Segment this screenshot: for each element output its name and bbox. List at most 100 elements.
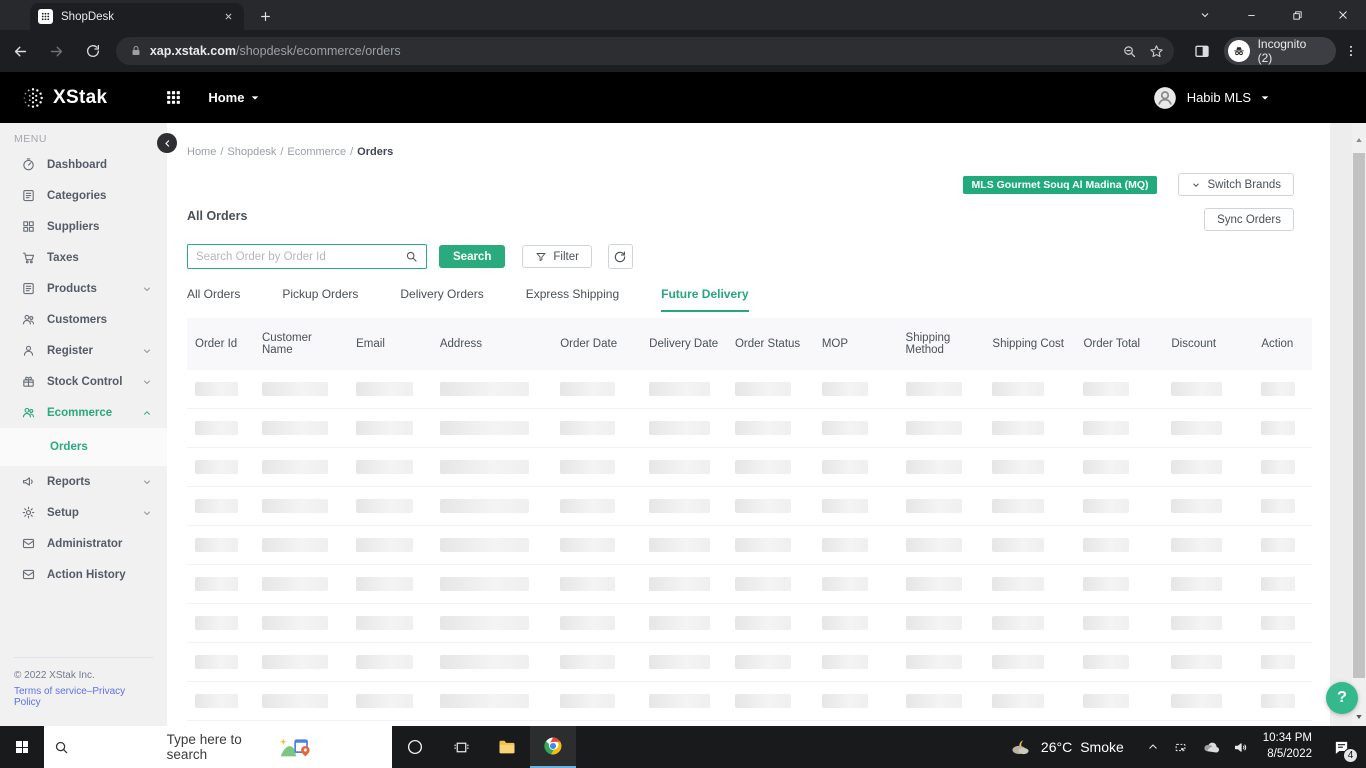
- breadcrumb-item[interactable]: Shopdesk: [227, 146, 276, 158]
- address-bar[interactable]: xap.xstak.com/shopdesk/ecommerce/orders: [115, 37, 1174, 65]
- browser-menu-icon[interactable]: [1344, 44, 1358, 58]
- terms-link[interactable]: Terms of service: [14, 686, 87, 697]
- zoom-icon[interactable]: [1122, 44, 1137, 59]
- sidebar: MENU Dashboard Categories Suppliers Taxes Pr…: [0, 123, 167, 726]
- lock-icon[interactable]: [130, 45, 142, 57]
- products-icon: [21, 281, 36, 296]
- new-tab-button[interactable]: [252, 3, 278, 29]
- sidebar-menu: Dashboard Categories Suppliers Taxes Product…: [0, 149, 167, 590]
- sync-orders-button[interactable]: Sync Orders: [1204, 208, 1294, 231]
- reload-icon[interactable]: [78, 36, 108, 66]
- sidebar-item-dashboard[interactable]: Dashboard: [0, 149, 167, 180]
- breadcrumb[interactable]: Home / Shopdesk / Ecommerce / Orders: [187, 146, 397, 158]
- switch-brands-button[interactable]: Switch Brands: [1178, 173, 1294, 196]
- filter-button[interactable]: Filter: [522, 245, 592, 268]
- incognito-icon: [1227, 40, 1250, 62]
- sidebar-item-administrator[interactable]: Administrator: [0, 528, 167, 559]
- sidebar-item-stock-control[interactable]: Stock Control: [0, 366, 167, 397]
- tab-all-orders[interactable]: All Orders: [187, 281, 240, 312]
- window-minimize-icon[interactable]: [1228, 0, 1274, 30]
- skeleton-placeholder: [649, 655, 711, 669]
- breadcrumb-item[interactable]: Home: [187, 146, 216, 158]
- window-close-icon[interactable]: [1320, 0, 1366, 30]
- tab-future-delivery[interactable]: Future Delivery: [661, 281, 749, 312]
- browser-tab[interactable]: ShopDesk: [30, 3, 244, 30]
- file-explorer-button[interactable]: [484, 726, 530, 768]
- skeleton-placeholder: [195, 577, 238, 591]
- skeleton-placeholder: [992, 499, 1045, 513]
- skeleton-placeholder: [734, 421, 791, 435]
- weather-widget[interactable]: 26°C Smoke: [1011, 738, 1124, 756]
- skeleton-placeholder: [439, 616, 529, 630]
- side-panel-icon[interactable]: [1194, 43, 1210, 59]
- search-highlights-icon[interactable]: [279, 734, 382, 760]
- app-header: XStak Home Habib MLS: [0, 72, 1366, 123]
- search-button[interactable]: Search: [439, 245, 506, 268]
- sidebar-item-products[interactable]: Products: [0, 273, 167, 304]
- sidebar-item-setup[interactable]: Setup: [0, 497, 167, 528]
- sidebar-item-customers[interactable]: Customers: [0, 304, 167, 335]
- notification-center-button[interactable]: 4: [1322, 726, 1360, 768]
- sidebar-collapse-button[interactable]: [157, 133, 177, 153]
- tab-close-icon[interactable]: [220, 9, 236, 25]
- skeleton-placeholder: [821, 655, 868, 669]
- skeleton-placeholder: [1171, 694, 1223, 708]
- sidebar-item-label: Taxes: [47, 251, 79, 264]
- sidebar-item-reports[interactable]: Reports: [0, 466, 167, 497]
- sidebar-item-suppliers[interactable]: Suppliers: [0, 211, 167, 242]
- tray-expand-icon[interactable]: [1147, 741, 1159, 753]
- skeleton-placeholder: [439, 655, 529, 669]
- tab-pickup-orders[interactable]: Pickup Orders: [282, 281, 358, 312]
- table-row: [187, 643, 1312, 682]
- volume-icon[interactable]: [1233, 740, 1248, 755]
- sidebar-item-taxes[interactable]: Taxes: [0, 242, 167, 273]
- skeleton-placeholder: [821, 694, 868, 708]
- start-button[interactable]: [0, 726, 44, 768]
- apps-grid-icon[interactable]: [165, 89, 182, 106]
- reports-icon: [21, 474, 36, 489]
- skeleton-placeholder: [195, 499, 238, 513]
- sidebar-subitem-orders[interactable]: Orders: [0, 432, 167, 462]
- back-icon[interactable]: [6, 36, 36, 66]
- cast-icon[interactable]: [1173, 740, 1188, 755]
- tab-title: ShopDesk: [61, 10, 115, 23]
- tab-express-shipping[interactable]: Express Shipping: [526, 281, 619, 312]
- skeleton-placeholder: [905, 577, 962, 591]
- sidebar-item-action-history[interactable]: Action History: [0, 559, 167, 590]
- scrollbar-up-arrow[interactable]: [1352, 133, 1366, 147]
- table-row: [187, 682, 1312, 721]
- scrollbar-down-arrow[interactable]: [1352, 710, 1366, 724]
- order-search-input[interactable]: [196, 250, 405, 263]
- search-icon[interactable]: [405, 250, 418, 263]
- onedrive-icon[interactable]: [1202, 741, 1219, 753]
- avatar-icon: [1152, 85, 1178, 111]
- taskbar-search-box[interactable]: Type here to search: [44, 726, 392, 768]
- xstak-logo-icon: [20, 85, 46, 111]
- user-menu[interactable]: Habib MLS: [1152, 85, 1270, 111]
- sidebar-item-register[interactable]: Register: [0, 335, 167, 366]
- window-restore-icon[interactable]: [1274, 0, 1320, 30]
- xstak-logo[interactable]: XStak: [20, 85, 107, 111]
- refresh-button[interactable]: [607, 244, 633, 269]
- breadcrumb-item[interactable]: Ecommerce: [287, 146, 346, 158]
- window-menu-icon[interactable]: [1182, 0, 1228, 30]
- skeleton-placeholder: [1083, 421, 1130, 435]
- scrollbar-thumb[interactable]: [1353, 153, 1365, 678]
- nav-home[interactable]: Home: [208, 90, 260, 105]
- tab-delivery-orders[interactable]: Delivery Orders: [400, 281, 483, 312]
- forward-icon[interactable]: [42, 36, 72, 66]
- skeleton-placeholder: [1261, 382, 1296, 396]
- bookmark-star-icon[interactable]: [1149, 44, 1164, 59]
- skeleton-placeholder: [992, 616, 1045, 630]
- taskbar-clock[interactable]: 10:34 PM 8/5/2022: [1263, 731, 1312, 762]
- sidebar-item-ecommerce[interactable]: Ecommerce: [0, 397, 167, 428]
- sidebar-item-categories[interactable]: Categories: [0, 180, 167, 211]
- cortana-button[interactable]: [392, 726, 438, 768]
- chrome-button[interactable]: [530, 726, 576, 768]
- task-view-button[interactable]: [438, 726, 484, 768]
- skeleton-placeholder: [356, 421, 414, 435]
- user-name: Habib MLS: [1186, 90, 1251, 105]
- chevron-down-icon: [141, 283, 153, 295]
- help-button[interactable]: ?: [1326, 682, 1358, 714]
- incognito-badge[interactable]: Incognito (2): [1223, 37, 1336, 65]
